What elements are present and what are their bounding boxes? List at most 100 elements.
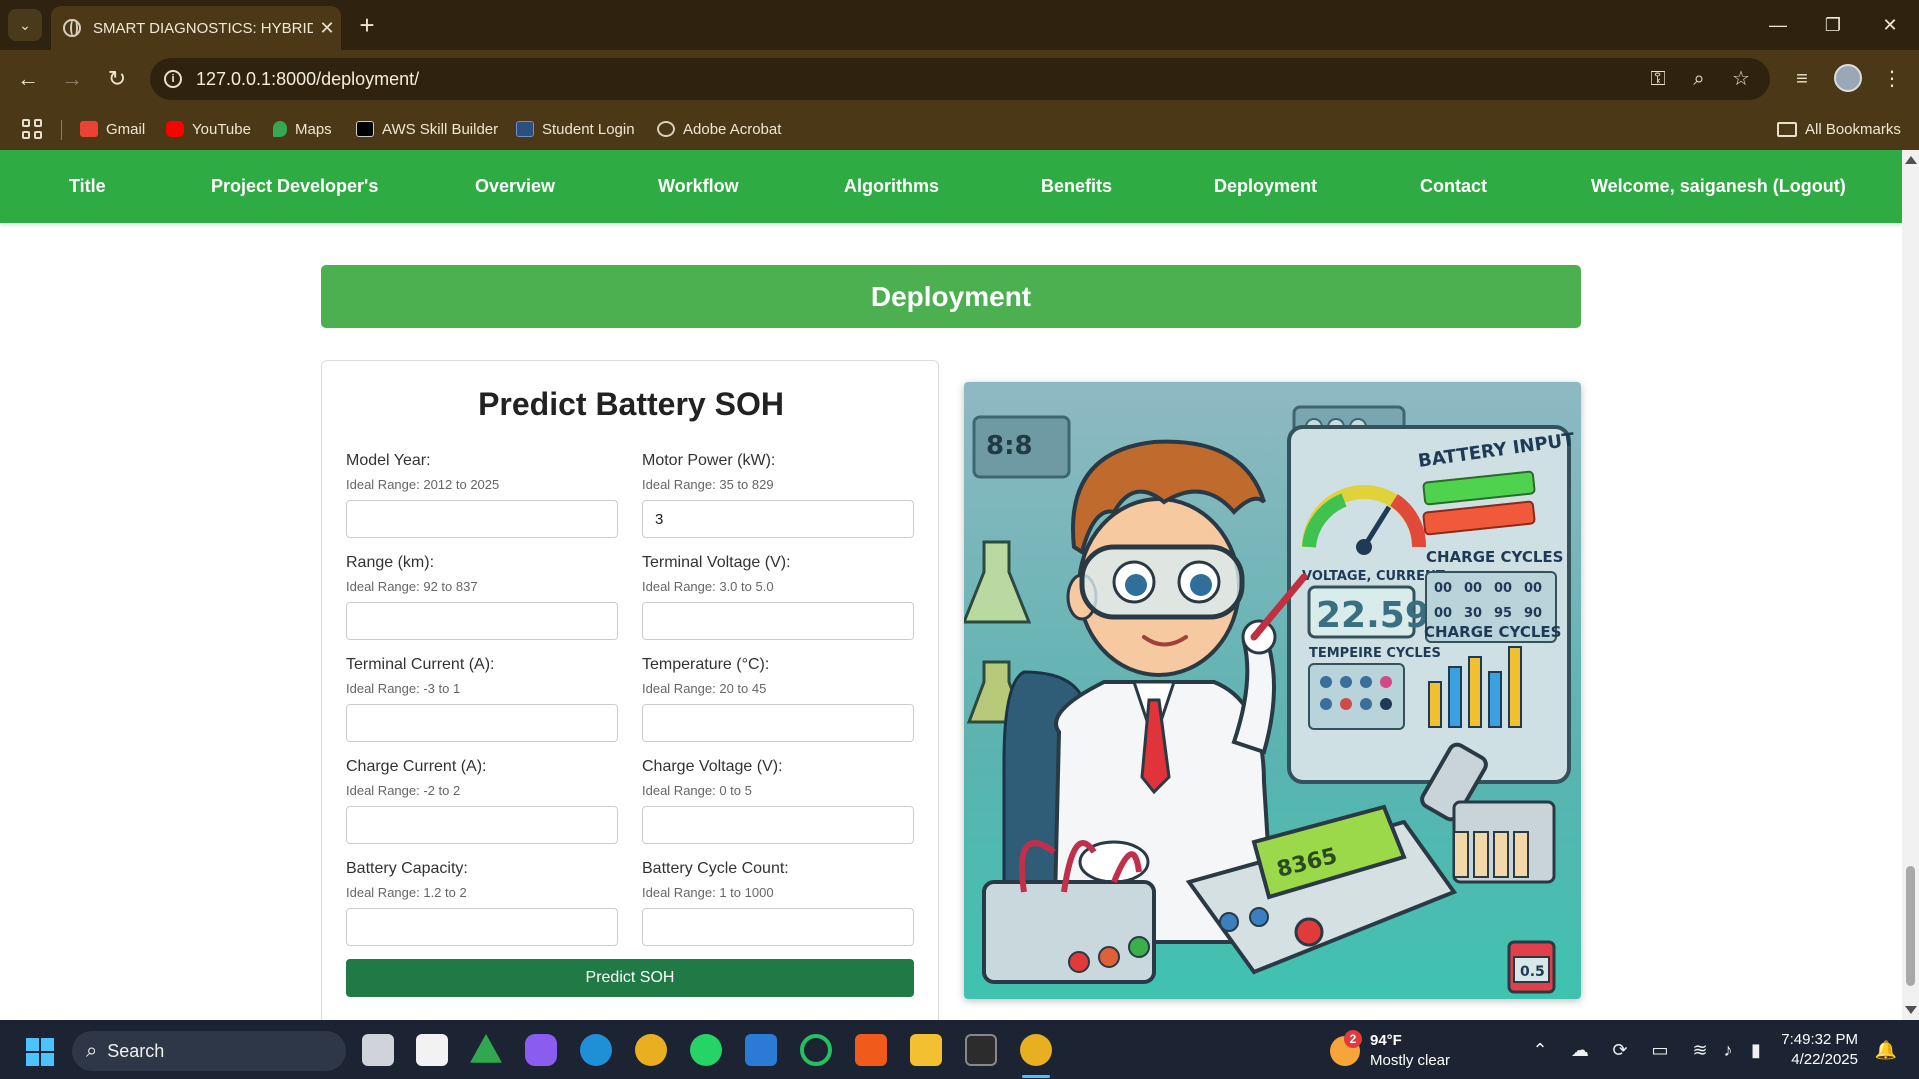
field-charge-voltage: Charge Voltage (V): Ideal Range: 0 to 5 — [642, 758, 914, 844]
reload-button[interactable]: ↻ — [101, 63, 133, 95]
globe-icon — [63, 19, 81, 37]
battery-icon[interactable]: ▮ — [1744, 1038, 1768, 1062]
browser-tab-active[interactable]: SMART DIAGNOSTICS: HYBRID ✕ — [51, 6, 341, 50]
cycle-digit-text: 30 — [1464, 606, 1482, 621]
charge-voltage-input[interactable] — [642, 806, 914, 844]
field-hint: Ideal Range: -3 to 1 — [346, 681, 461, 696]
reading-list-icon[interactable]: ≡ — [1786, 64, 1818, 94]
refresh-app-icon[interactable] — [800, 1034, 832, 1066]
volume-icon[interactable]: ♪ — [1716, 1038, 1740, 1062]
temperature-input[interactable] — [642, 704, 914, 742]
onedrive-icon[interactable]: ☁ — [1568, 1038, 1592, 1062]
bookmark-adobe-acrobat[interactable]: Adobe Acrobat — [657, 116, 781, 142]
notification-bell-icon[interactable]: 🔔 — [1874, 1038, 1898, 1062]
bookmark-label: Gmail — [106, 120, 146, 138]
predict-soh-button[interactable]: Predict SOH — [346, 959, 914, 997]
vscode-icon[interactable] — [745, 1034, 777, 1066]
nav-algorithms[interactable]: Algorithms — [844, 176, 939, 197]
weather-temp: 94°F — [1370, 1032, 1402, 1049]
sync-icon[interactable]: ⟳ — [1608, 1038, 1632, 1062]
start-button[interactable] — [26, 1038, 54, 1066]
battery-cycle-count-input[interactable] — [642, 908, 914, 946]
close-window-button[interactable]: ✕ — [1865, 10, 1915, 40]
address-bar[interactable]: i 127.0.0.1:8000/deployment/ ⚿ ⌕ ☆ — [150, 58, 1770, 100]
form-title: Predict Battery SOH — [478, 386, 784, 422]
field-hint: Ideal Range: 1.2 to 2 — [346, 885, 467, 900]
bookmark-star-icon[interactable]: ☆ — [1727, 68, 1755, 90]
system-clock[interactable]: 7:49:32 PM 4/22/2025 — [1778, 1030, 1858, 1070]
bookmark-youtube[interactable]: YouTube — [166, 116, 251, 142]
all-bookmarks-label: All Bookmarks — [1805, 120, 1901, 138]
new-tab-button[interactable]: + — [352, 10, 382, 40]
field-label: Terminal Voltage (V): — [642, 554, 791, 571]
nav-welcome-logout[interactable]: Welcome, saiganesh (Logout) — [1591, 176, 1846, 197]
charge-current-input[interactable] — [346, 806, 618, 844]
apps-grid-icon[interactable] — [22, 119, 42, 139]
menu-icon[interactable]: ⋮ — [1876, 64, 1908, 94]
microsoft-store-icon[interactable] — [416, 1034, 448, 1066]
zoom-icon[interactable]: ⌕ — [1685, 68, 1713, 90]
weather-badge: 2 — [1344, 1030, 1362, 1048]
minimize-button[interactable]: — — [1753, 10, 1803, 40]
edge-icon[interactable] — [580, 1034, 612, 1066]
nav-contact[interactable]: Contact — [1420, 176, 1487, 197]
brave-icon[interactable] — [855, 1034, 887, 1066]
nav-benefits[interactable]: Benefits — [1041, 176, 1112, 197]
back-button[interactable]: ← — [12, 63, 44, 95]
scroll-up-arrow[interactable] — [1905, 156, 1917, 164]
terminal-current-input[interactable] — [346, 704, 618, 742]
motor-power-input[interactable] — [642, 500, 914, 538]
nav-workflow[interactable]: Workflow — [658, 176, 739, 197]
copilot-icon[interactable] — [525, 1034, 557, 1066]
site-nav: Title Project Developer's Overview Workf… — [0, 150, 1902, 223]
all-bookmarks-button[interactable]: All Bookmarks — [1777, 116, 1901, 142]
section-title: Deployment — [321, 265, 1581, 328]
tab-close-icon[interactable]: ✕ — [313, 18, 341, 39]
cycle-digit-text: 00 — [1524, 581, 1542, 596]
scroll-down-arrow[interactable] — [1905, 1006, 1917, 1014]
restore-button[interactable]: ❐ — [1808, 10, 1858, 40]
wifi-icon[interactable]: ≋ — [1688, 1038, 1712, 1062]
bookmark-student-login[interactable]: Student Login — [516, 116, 635, 142]
site-info-icon[interactable]: i — [164, 70, 182, 88]
model-year-input[interactable] — [346, 500, 618, 538]
bookmark-gmail[interactable]: Gmail — [80, 116, 145, 142]
chevron-up-icon[interactable]: ⌃ — [1528, 1038, 1552, 1062]
battery-capacity-input[interactable] — [346, 908, 618, 946]
search-label: Search — [107, 1040, 165, 1061]
weather-widget[interactable]: 2 94°F Mostly clear — [1330, 1030, 1470, 1070]
scrollbar-thumb[interactable] — [1906, 866, 1915, 986]
bookmark-maps[interactable]: Maps — [273, 116, 332, 142]
bookmark-label: Student Login — [542, 120, 635, 138]
bookmark-label: Adobe Acrobat — [683, 120, 782, 138]
password-key-icon[interactable]: ⚿ — [1644, 68, 1672, 90]
maps-icon — [273, 121, 287, 137]
chrome-icon[interactable] — [635, 1034, 667, 1066]
youtube-icon — [166, 121, 184, 137]
weather-desc: Mostly clear — [1370, 1052, 1451, 1069]
nav-title[interactable]: Title — [69, 176, 106, 197]
file-explorer-icon[interactable] — [910, 1034, 942, 1066]
bookmark-label: Maps — [295, 120, 332, 138]
nav-deployment[interactable]: Deployment — [1214, 176, 1317, 197]
search-icon: ⌕ — [86, 1039, 98, 1062]
task-view-icon[interactable] — [362, 1034, 394, 1066]
taskbar-search[interactable]: ⌕ Search — [72, 1031, 346, 1071]
field-label: Temperature (°C): — [642, 656, 770, 673]
voltage-current-label: VOLTAGE, CURRENT — [1302, 569, 1445, 584]
nav-project-developers[interactable]: Project Developer's — [211, 176, 378, 197]
display-icon[interactable]: ▭ — [1648, 1038, 1672, 1062]
tab-search-button[interactable]: ⌄ — [8, 9, 42, 41]
profile-avatar[interactable] — [1834, 64, 1862, 92]
range-input[interactable] — [346, 602, 618, 640]
terminal-voltage-input[interactable] — [642, 602, 914, 640]
field-label: Model Year: — [346, 452, 431, 469]
terminal-icon[interactable] — [965, 1034, 997, 1066]
forward-button[interactable]: → — [56, 63, 88, 95]
whatsapp-icon[interactable] — [690, 1034, 722, 1066]
bookmark-aws-skill-builder[interactable]: AWS Skill Builder — [356, 116, 498, 142]
chrome-active-icon[interactable] — [1020, 1034, 1052, 1066]
nav-overview[interactable]: Overview — [475, 176, 555, 197]
page-scrollbar[interactable] — [1902, 150, 1919, 1020]
google-drive-icon[interactable] — [470, 1034, 502, 1063]
